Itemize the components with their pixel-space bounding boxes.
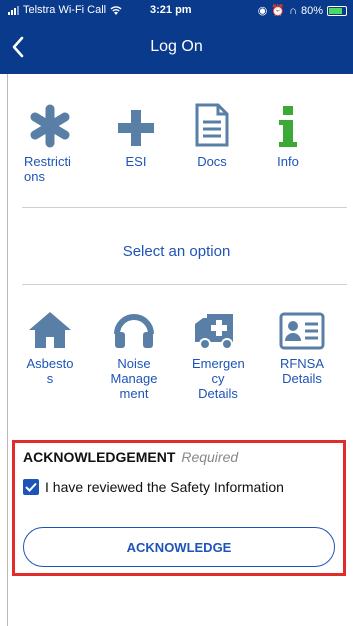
option-info[interactable]: Info xyxy=(262,100,314,169)
location-icon: ◉ xyxy=(257,5,268,17)
battery-percent: 80% xyxy=(300,4,323,17)
option-docs[interactable]: Docs xyxy=(186,100,238,169)
asterisk-icon xyxy=(24,100,76,148)
document-icon xyxy=(186,100,238,148)
acknowledgement-section: ACKNOWLEDGEMENT Required I have reviewed… xyxy=(12,440,346,576)
divider-top xyxy=(22,207,347,208)
id-card-icon xyxy=(276,302,328,350)
option-label: Emergen cy Details xyxy=(192,356,245,401)
option-asbestos[interactable]: Asbesto s xyxy=(24,302,76,386)
house-icon xyxy=(24,302,76,350)
headphones-status-icon: ∩ xyxy=(289,4,297,17)
required-label: Required xyxy=(181,449,239,465)
signal-icon xyxy=(8,5,19,15)
divider-middle xyxy=(22,284,347,285)
option-restrictions[interactable]: Restricti ons xyxy=(24,100,76,184)
acknowledgement-checkbox[interactable] xyxy=(23,479,39,495)
acknowledgement-heading: ACKNOWLEDGEMENT Required xyxy=(23,449,238,465)
option-noise-management[interactable]: Noise Manage ment xyxy=(108,302,160,401)
nav-bar: Log On xyxy=(0,22,353,74)
battery-icon xyxy=(327,5,347,16)
info-icon xyxy=(262,100,314,148)
status-bar: Telstra Wi-Fi Call 3:21 pm ◉ ⏰ ∩ 80% xyxy=(0,0,353,22)
alarm-icon: ⏰ xyxy=(271,5,286,17)
checkbox-label: I have reviewed the Safety Information xyxy=(45,479,284,495)
option-esi[interactable]: ESI xyxy=(110,100,162,169)
option-rfnsa-details[interactable]: RFNSA Details xyxy=(276,302,328,386)
headphones-icon xyxy=(108,302,160,350)
option-label: Docs xyxy=(197,154,227,169)
acknowledge-button[interactable]: ACKNOWLEDGE xyxy=(23,527,335,567)
status-time: 3:21 pm xyxy=(150,4,192,16)
option-label: RFNSA Details xyxy=(279,356,325,386)
option-label: Info xyxy=(277,154,299,169)
select-option-prompt: Select an option xyxy=(122,243,231,260)
carrier-group: Telstra Wi-Fi Call xyxy=(8,4,122,16)
option-label: Noise Manage ment xyxy=(110,356,158,401)
option-label: Restricti ons xyxy=(24,154,71,184)
option-label: ESI xyxy=(125,154,147,169)
option-label: Asbesto s xyxy=(26,356,74,386)
checkmark-icon xyxy=(25,482,37,492)
acknowledgement-checkbox-row[interactable]: I have reviewed the Safety Information xyxy=(23,479,284,495)
status-right: ◉ ⏰ ∩ 80% xyxy=(258,4,347,17)
plus-icon xyxy=(110,100,162,148)
wifi-icon xyxy=(110,5,122,15)
option-emergency-details[interactable]: Emergen cy Details xyxy=(192,302,245,401)
ambulance-icon xyxy=(192,302,244,350)
page-title: Log On xyxy=(150,38,203,55)
acknowledgement-title: ACKNOWLEDGEMENT xyxy=(23,449,176,465)
left-divider xyxy=(7,74,8,626)
carrier-label: Telstra Wi-Fi Call xyxy=(23,4,107,16)
